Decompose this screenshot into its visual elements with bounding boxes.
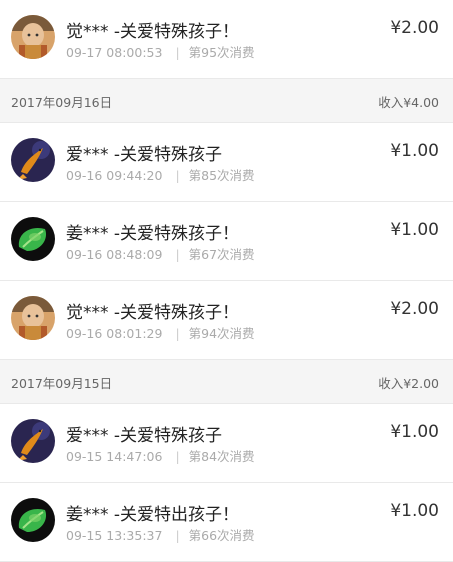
daily-income: 收入¥2.00 [378,376,439,391]
transaction-row[interactable]: 爱*** -关爱特殊孩子 09-15 14:47:06 | 第84次消费 ¥1.00 [0,404,453,483]
donor-name: 爱*** -关爱特殊孩子 [66,426,223,446]
daily-income: 收入¥4.00 [378,95,439,110]
meta-divider: | [175,528,180,543]
transaction-meta: 09-16 08:48:09 | 第67次消费 [66,244,255,263]
date-label: 2017年09月16日 [11,95,113,110]
transaction-row[interactable]: 觉*** -关爱特殊孩子！ 09-17 08:00:53 | 第95次消费 ¥2.0… [0,0,453,79]
transaction-row[interactable]: 爱*** -关爱特殊孩子 09-16 09:44:20 | 第85次消费 ¥1.00 [0,123,453,202]
donor-name: 觉*** -关爱特殊孩子！ [66,303,240,323]
transaction-amount: ¥1.00 [390,220,439,240]
transaction-meta: 09-16 09:44:20 | 第85次消费 [66,165,255,184]
monk-avatar-icon [11,15,55,59]
transaction-amount: ¥2.00 [390,18,439,38]
green-leaf-avatar-icon [11,498,55,542]
transaction-list: 觉*** -关爱特殊孩子！ 09-17 08:00:53 | 第95次消费 ¥2.0… [0,0,453,562]
transaction-time: 09-16 08:48:09 [66,247,163,262]
transaction-amount: ¥1.00 [390,141,439,161]
monk-avatar-icon [11,296,55,340]
donor-name: 姜*** -关爱特出孩子！ [66,505,240,525]
meta-divider: | [175,45,180,60]
transaction-row[interactable]: 姜*** -关爱特殊孩子！ 09-16 08:48:09 | 第67次消费 ¥1.0… [0,202,453,281]
green-leaf-avatar-icon [11,217,55,261]
transaction-time: 09-15 14:47:06 [66,449,163,464]
donor-name: 爱*** -关爱特殊孩子 [66,145,223,165]
transaction-meta: 09-15 13:35:37 | 第66次消费 [66,525,255,544]
consumption-count: 第94次消费 [188,326,255,341]
transaction-amount: ¥2.00 [390,299,439,319]
meta-divider: | [175,168,180,183]
date-header: 2017年09月16日 收入¥4.00 [0,79,453,123]
consumption-count: 第95次消费 [188,45,255,60]
donor-name: 觉*** -关爱特殊孩子！ [66,22,240,42]
transaction-row[interactable]: 姜*** -关爱特出孩子！ 09-15 13:35:37 | 第66次消费 ¥1.0… [0,483,453,562]
transaction-meta: 09-16 08:01:29 | 第94次消费 [66,323,255,342]
transaction-meta: 09-17 08:00:53 | 第95次消费 [66,42,255,61]
consumption-count: 第66次消费 [188,528,255,543]
consumption-count: 第85次消费 [188,168,255,183]
koi-fish-avatar-icon [11,138,55,182]
consumption-count: 第67次消费 [188,247,255,262]
transaction-meta: 09-15 14:47:06 | 第84次消费 [66,446,255,465]
meta-divider: | [175,449,180,464]
meta-divider: | [175,247,180,262]
date-header: 2017年09月15日 收入¥2.00 [0,360,453,404]
donor-name: 姜*** -关爱特殊孩子！ [66,224,240,244]
date-label: 2017年09月15日 [11,376,113,391]
transaction-time: 09-16 08:01:29 [66,326,163,341]
consumption-count: 第84次消费 [188,449,255,464]
koi-fish-avatar-icon [11,419,55,463]
transaction-time: 09-15 13:35:37 [66,528,163,543]
meta-divider: | [175,326,180,341]
transaction-amount: ¥1.00 [390,422,439,442]
transaction-amount: ¥1.00 [390,501,439,521]
transaction-time: 09-17 08:00:53 [66,45,163,60]
transaction-row[interactable]: 觉*** -关爱特殊孩子！ 09-16 08:01:29 | 第94次消费 ¥2.0… [0,281,453,360]
transaction-time: 09-16 09:44:20 [66,168,163,183]
